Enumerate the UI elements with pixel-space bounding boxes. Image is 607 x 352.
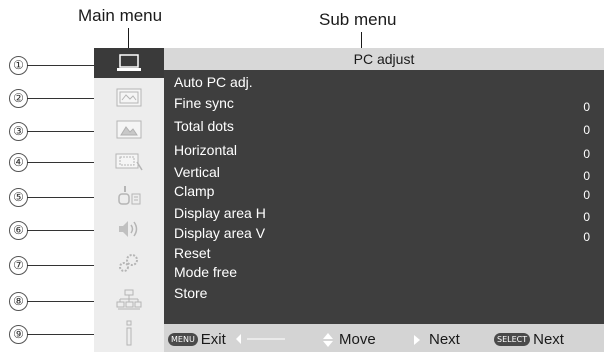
sub-menu-item[interactable]: Reset (174, 245, 211, 261)
right-arrow-icon (414, 334, 420, 345)
menu-item-image-select[interactable] (94, 83, 164, 113)
main-menu-label: Main menu (78, 6, 163, 25)
sound-icon (119, 221, 138, 237)
footer-move: Move (322, 331, 376, 348)
main-menu-icon-column (94, 48, 164, 352)
leader-line (27, 98, 100, 99)
leader-line (27, 197, 100, 198)
image-select-icon (116, 88, 142, 107)
image-adjust-icon (116, 120, 142, 139)
menu-item-pc-adjust[interactable] (94, 48, 164, 78)
sub-menu-item-value: 0 (583, 230, 590, 244)
sub-menu-item-value: 0 (583, 147, 590, 161)
footer-next: Next (413, 331, 460, 348)
sub-menu-item-value: 0 (583, 188, 590, 202)
menu-item-screen[interactable] (94, 147, 164, 177)
menu-number-2: ② (9, 89, 28, 108)
menu-item-expand[interactable] (94, 248, 164, 278)
screen-icon (115, 153, 143, 171)
footer-back-hint (235, 333, 285, 345)
footer-exit: MENU Exit (168, 331, 226, 348)
sub-menu-item[interactable]: Auto PC adj. (174, 74, 253, 90)
select-key-icon: SELECT (494, 333, 531, 346)
sub-menu-item[interactable]: Mode free (174, 264, 237, 280)
sub-menu-item[interactable]: Fine sync (174, 95, 234, 111)
sub-menu-item[interactable]: Clamp (174, 183, 214, 199)
move-label: Move (339, 331, 376, 348)
leader-line (27, 162, 100, 163)
sub-menu-item[interactable]: Store (174, 285, 207, 301)
leader-line (27, 131, 100, 132)
menu-number-9: ⑨ (9, 325, 28, 344)
left-arrow-icon (236, 334, 285, 344)
sub-menu-item-value: 0 (583, 169, 590, 183)
leader-line (27, 230, 100, 231)
sub-menu-title: PC adjust (164, 48, 604, 70)
select-next-label: Next (533, 331, 564, 348)
sub-menu-item[interactable]: Horizontal (174, 142, 237, 158)
sub-menu-item[interactable]: Display area V (174, 225, 265, 241)
leader-line (27, 334, 100, 335)
main-menu-pointer (128, 28, 129, 48)
next-label: Next (429, 331, 460, 348)
menu-item-information[interactable] (94, 318, 164, 348)
leader-line (27, 65, 100, 66)
menu-number-8: ⑧ (9, 292, 28, 311)
setting-icon (118, 186, 141, 205)
sub-menu-item[interactable]: Vertical (174, 164, 220, 180)
expand-icon (119, 254, 138, 272)
menu-number-6: ⑥ (9, 221, 28, 240)
menu-number-7: ⑦ (9, 256, 28, 275)
footer-select-next: SELECT Next (494, 331, 564, 348)
exit-label: Exit (200, 331, 226, 348)
menu-item-setting[interactable] (94, 181, 164, 211)
menu-number-4: ④ (9, 153, 28, 172)
menu-number-5: ⑤ (9, 188, 28, 207)
menu-item-network[interactable] (94, 285, 164, 315)
menu-number-1: ① (9, 56, 28, 75)
sub-menu-item-value: 0 (583, 210, 590, 224)
menu-key-icon: MENU (168, 333, 198, 346)
sub-menu-item[interactable]: Total dots (174, 118, 234, 134)
up-down-arrow-icon (323, 332, 333, 347)
sub-menu-item-value: 0 (583, 100, 590, 114)
menu-item-image-adjust[interactable] (94, 115, 164, 145)
menu-item-sound[interactable] (94, 214, 164, 244)
leader-line (27, 265, 100, 266)
network-icon (116, 289, 142, 310)
pc-adjust-icon (117, 54, 141, 71)
sub-menu-item[interactable]: Display area H (174, 205, 266, 221)
sub-menu-label: Sub menu (319, 10, 397, 29)
information-icon (126, 320, 132, 346)
menu-number-3: ③ (9, 122, 28, 141)
sub-menu-item-value: 0 (583, 123, 590, 137)
leader-line (27, 301, 100, 302)
